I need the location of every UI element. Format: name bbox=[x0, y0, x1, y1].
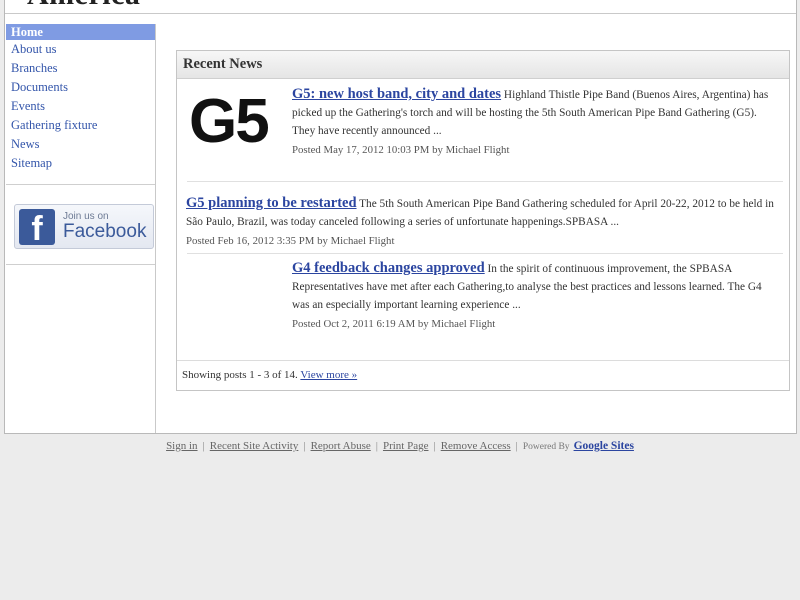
footer-separator: | bbox=[433, 440, 436, 452]
footer-separator: | bbox=[202, 440, 205, 452]
post-title-link[interactable]: G5 planning to be restarted bbox=[186, 195, 357, 211]
sidebar-item-home[interactable]: Home bbox=[6, 24, 155, 40]
facebook-label: Join us on Facebook bbox=[63, 211, 146, 242]
recent-news-panel: Recent News G5 G5: new host band, city a… bbox=[176, 50, 790, 391]
google-sites-link[interactable]: Google Sites bbox=[574, 440, 634, 452]
sidebar-nav: Home About us Branches Documents Events … bbox=[6, 24, 155, 173]
post-title-link[interactable]: G4 feedback changes approved bbox=[292, 260, 485, 276]
footer-separator: | bbox=[375, 440, 378, 452]
recent-news-header: Recent News bbox=[177, 51, 789, 79]
report-abuse-link[interactable]: Report Abuse bbox=[311, 440, 371, 452]
footer-separator: | bbox=[303, 440, 306, 452]
sidebar-item-about-us[interactable]: About us bbox=[6, 40, 155, 59]
facebook-icon: f bbox=[19, 208, 55, 245]
site-title[interactable]: America bbox=[27, 0, 140, 12]
sidebar-item-gathering-fixture[interactable]: Gathering fixture bbox=[6, 116, 155, 135]
powered-by-text: Powered By bbox=[522, 442, 570, 452]
sign-in-link[interactable]: Sign in bbox=[166, 440, 197, 452]
facebook-button[interactable]: f Join us on Facebook bbox=[14, 204, 154, 249]
print-page-link[interactable]: Print Page bbox=[383, 440, 429, 452]
footer-separator: | bbox=[515, 440, 518, 452]
sidebar-item-events[interactable]: Events bbox=[6, 97, 155, 116]
news-pagination: Showing posts 1 - 3 of 14. View more » bbox=[177, 360, 789, 390]
sidebar: Home About us Branches Documents Events … bbox=[6, 24, 156, 433]
facebook-brand-text: Facebook bbox=[63, 221, 147, 242]
sidebar-item-sitemap[interactable]: Sitemap bbox=[6, 154, 155, 173]
post-meta: Posted May 17, 2012 10:03 PM by Michael … bbox=[292, 144, 510, 156]
post-divider bbox=[187, 181, 783, 182]
post-meta: Posted Oct 2, 2011 6:19 AM by Michael Fl… bbox=[292, 318, 496, 330]
news-post: G4 feedback changes approved In the spir… bbox=[292, 259, 782, 333]
sidebar-divider bbox=[6, 264, 155, 265]
recent-site-activity-link[interactable]: Recent Site Activity bbox=[210, 440, 299, 452]
remove-access-link[interactable]: Remove Access bbox=[441, 440, 511, 452]
site-footer: Sign in | Recent Site Activity | Report Abus… bbox=[0, 440, 800, 452]
post-divider bbox=[187, 253, 783, 254]
page-frame: America Home About us Branches Documents… bbox=[4, 0, 797, 434]
post-meta: Posted Feb 16, 2012 3:35 PM by Michael F… bbox=[186, 235, 395, 247]
posts-count-text: Showing posts 1 - 3 of 14. bbox=[182, 369, 298, 381]
news-post: G5 planning to be restarted The 5th Sout… bbox=[186, 194, 782, 250]
sidebar-item-news[interactable]: News bbox=[6, 135, 155, 154]
header-divider bbox=[5, 13, 796, 14]
post-title-link[interactable]: G5: new host band, city and dates bbox=[292, 86, 501, 102]
news-post: G5: new host band, city and dates Highla… bbox=[292, 85, 782, 159]
sidebar-divider bbox=[6, 184, 155, 185]
g5-post-image[interactable]: G5 bbox=[189, 87, 289, 157]
view-more-link[interactable]: View more » bbox=[300, 369, 357, 381]
sidebar-item-branches[interactable]: Branches bbox=[6, 59, 155, 78]
sidebar-item-documents[interactable]: Documents bbox=[6, 78, 155, 97]
